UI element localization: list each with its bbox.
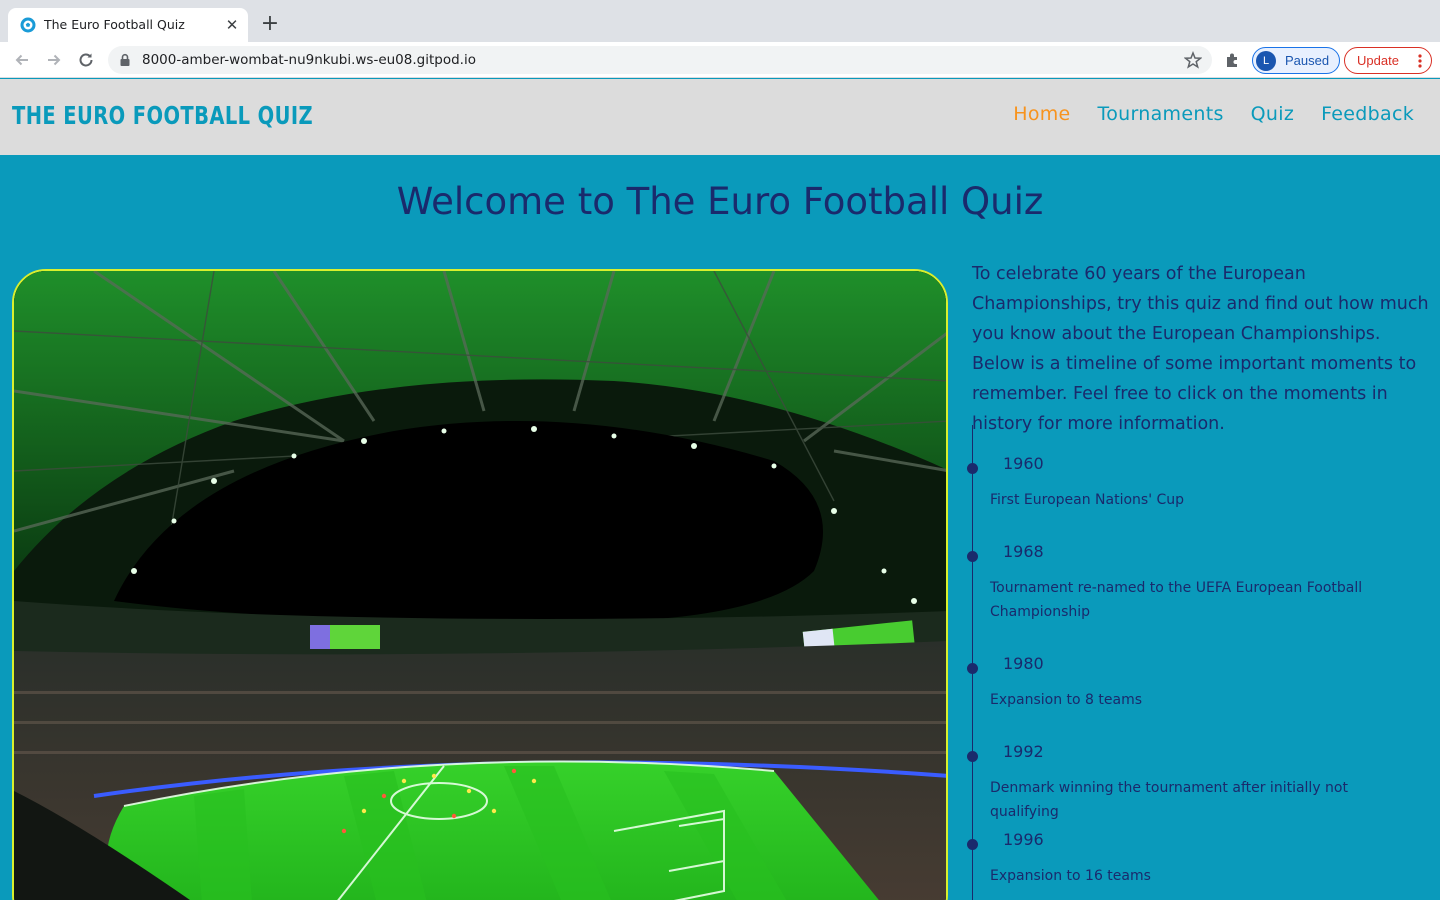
timeline-text: Tournament re-named to the UEFA European… — [990, 580, 1363, 620]
nav-home[interactable]: Home — [1013, 103, 1070, 125]
forward-arrow-icon[interactable] — [42, 48, 66, 72]
nav-feedback[interactable]: Feedback — [1321, 103, 1414, 125]
profile-status: Paused — [1285, 53, 1330, 68]
update-button[interactable]: Update — [1344, 47, 1432, 74]
timeline-text: Denmark winning the tournament after ini… — [990, 780, 1348, 820]
main-nav: Home Tournaments Quiz Feedback — [1013, 103, 1414, 125]
tab-title: The Euro Football Quiz — [44, 17, 185, 32]
tab-close-icon[interactable]: ✕ — [222, 15, 242, 35]
timeline-year: 1968 — [1003, 542, 1044, 561]
browser-tab-strip: The Euro Football Quiz ✕ + — [0, 0, 1440, 42]
browser-tab[interactable]: The Euro Football Quiz ✕ — [8, 8, 248, 42]
timeline: 1960 First European Nations' Cup 1968 To… — [967, 425, 1432, 900]
nav-quiz[interactable]: Quiz — [1251, 103, 1294, 125]
timeline-dot — [967, 663, 978, 674]
timeline-text: Expansion to 16 teams — [990, 868, 1151, 884]
timeline-text: First European Nations' Cup — [990, 492, 1185, 508]
extensions-puzzle-icon[interactable] — [1224, 51, 1242, 69]
nav-tournaments[interactable]: Tournaments — [1098, 103, 1224, 125]
bookmark-star-icon[interactable] — [1184, 51, 1202, 69]
stadium-illustration — [14, 271, 946, 900]
more-menu-icon — [1418, 54, 1422, 68]
timeline-year: 1960 — [1003, 454, 1044, 473]
update-label: Update — [1357, 53, 1399, 68]
new-tab-icon[interactable]: + — [258, 12, 282, 36]
lock-icon — [120, 53, 130, 66]
address-bar[interactable]: 8000-amber-wombat-nu9nkubi.ws-eu08.gitpo… — [108, 46, 1212, 74]
timeline-dot — [967, 751, 978, 762]
timeline-year: 1992 — [1003, 742, 1044, 761]
intro-text: To celebrate 60 years of the European Ch… — [972, 264, 1429, 434]
avatar: L — [1256, 51, 1276, 71]
page-title: Welcome to The Euro Football Quiz — [396, 180, 1044, 223]
url-text: 8000-amber-wombat-nu9nkubi.ws-eu08.gitpo… — [142, 52, 476, 68]
browser-toolbar: 8000-amber-wombat-nu9nkubi.ws-eu08.gitpo… — [0, 42, 1440, 78]
site-header: THE EURO FOOTBALL QUIZ Home Tournaments … — [0, 79, 1440, 155]
timeline-dot — [967, 839, 978, 850]
site-logo[interactable]: THE EURO FOOTBALL QUIZ — [12, 101, 313, 130]
profile-button[interactable]: L Paused — [1252, 47, 1340, 74]
timeline-year: 1980 — [1003, 654, 1044, 673]
reload-icon[interactable] — [74, 48, 98, 72]
timeline-dot — [967, 551, 978, 562]
back-arrow-icon[interactable] — [10, 48, 34, 72]
soccer-ball-icon — [20, 17, 36, 33]
timeline-dot — [967, 463, 978, 474]
stadium-image — [12, 269, 948, 900]
timeline-text: Expansion to 8 teams — [990, 692, 1143, 708]
timeline-year: 1996 — [1003, 830, 1044, 849]
